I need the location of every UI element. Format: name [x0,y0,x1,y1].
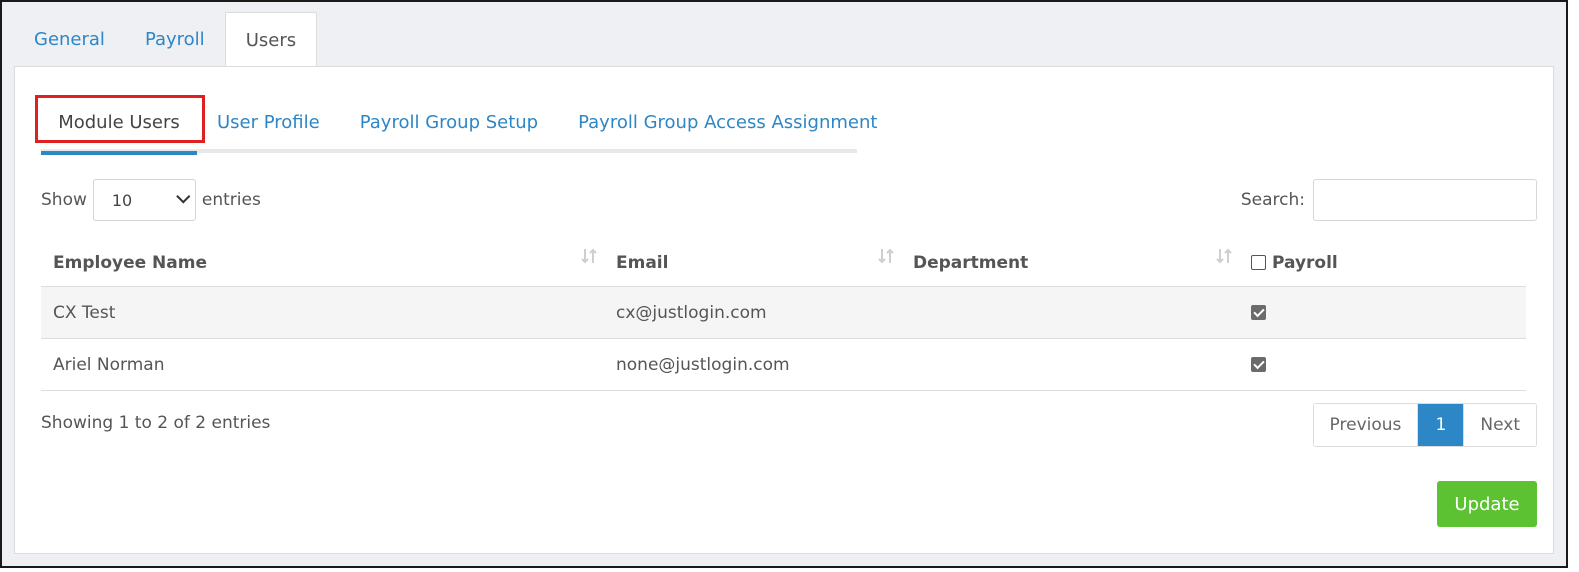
next-button[interactable]: Next [1463,404,1536,446]
col-payroll: Payroll [1239,239,1526,286]
top-tabs: General Payroll Users [14,12,318,68]
subtab-user-profile[interactable]: User Profile [197,93,340,151]
entries-select-value: 10 [111,190,133,210]
table-info: Showing 1 to 2 of 2 entries [41,413,271,433]
tab-users[interactable]: Users [224,12,318,67]
module-users-table: Employee Name Email Department Payroll C… [41,239,1526,391]
table-header: Employee Name Email Department Payroll [41,239,1526,287]
sub-tabs: Module Users User Profile Payroll Group … [35,93,877,155]
subtab-module-users-label: Module Users [58,111,180,133]
users-panel: Module Users User Profile Payroll Group … [14,66,1554,554]
update-button[interactable]: Update [1437,481,1537,527]
tab-payroll[interactable]: Payroll [125,12,225,66]
search-area: Search: [1241,179,1537,221]
cell-employee-name: Ariel Norman [53,354,165,375]
col-payroll-label: Payroll [1272,252,1338,273]
sort-icon [581,248,597,264]
col-employee-name-label: Employee Name [53,252,208,273]
cell-department [901,287,1239,338]
col-employee-name[interactable]: Employee Name [41,239,604,286]
col-department-label: Department [913,252,1029,273]
sort-icon [1216,248,1232,264]
col-email[interactable]: Email [604,239,901,286]
cell-email: cx@justlogin.com [616,302,767,323]
table-row: CX Test cx@justlogin.com [41,287,1526,339]
cell-employee-name: CX Test [53,302,116,323]
show-label: Show [41,190,87,210]
sort-icon [878,248,894,264]
subtab-payroll-group-setup[interactable]: Payroll Group Setup [340,93,558,151]
previous-button[interactable]: Previous [1313,404,1418,446]
pagination: Previous 1 Next [1312,403,1537,447]
entries-length: Show 10 entries [41,179,261,221]
table-row: Ariel Norman none@justlogin.com [41,339,1526,391]
subtab-module-users[interactable]: Module Users [35,93,205,155]
cell-email: none@justlogin.com [616,354,790,375]
cell-payroll [1239,287,1526,338]
tab-general[interactable]: General [14,12,125,66]
entries-select[interactable]: 10 [92,179,196,221]
col-email-label: Email [616,252,669,273]
entries-label: entries [201,190,261,210]
search-input[interactable] [1313,179,1537,221]
payroll-checkbox[interactable] [1251,305,1266,320]
col-department[interactable]: Department [901,239,1239,286]
subtab-payroll-group-access-assignment[interactable]: Payroll Group Access Assignment [558,93,897,151]
payroll-checkbox[interactable] [1251,357,1266,372]
cell-payroll [1239,339,1526,390]
page-1-button[interactable]: 1 [1417,404,1464,446]
search-label: Search: [1240,190,1305,210]
app-frame: General Payroll Users Module Users User … [0,0,1568,568]
select-all-payroll-checkbox[interactable] [1251,255,1266,270]
cell-department [901,339,1239,390]
chevron-down-icon [176,189,191,204]
